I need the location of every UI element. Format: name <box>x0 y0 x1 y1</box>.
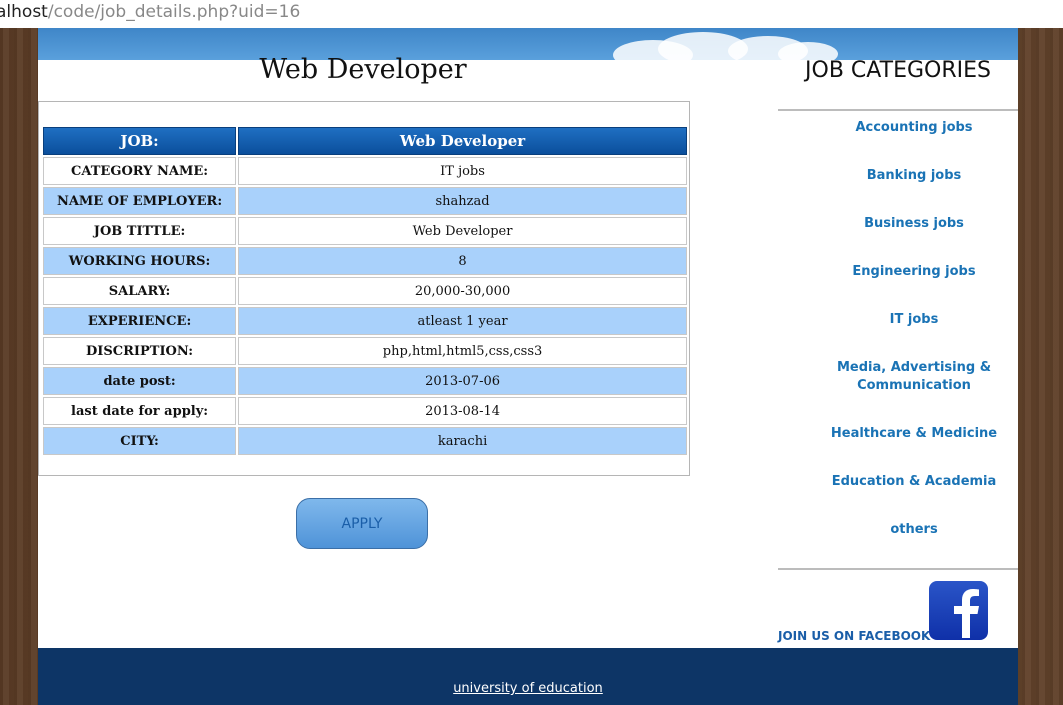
header-value: Web Developer <box>238 127 687 155</box>
row-value: atleast 1 year <box>238 307 687 335</box>
row-value: IT jobs <box>238 157 687 185</box>
row-label: EXPERIENCE: <box>43 307 237 335</box>
footer-university-link[interactable]: university of education <box>38 681 1018 696</box>
row-label: JOB TITTLE: <box>43 217 237 245</box>
category-link[interactable]: Education & Academia <box>778 473 1050 491</box>
table-row: CITY: karachi <box>43 427 687 455</box>
sidebar-divider-bottom <box>778 568 1018 570</box>
row-value: Web Developer <box>238 217 687 245</box>
table-row: DISCRIPTION: php,html,html5,css,css3 <box>43 337 687 365</box>
category-link[interactable]: Accounting jobs <box>778 119 1050 137</box>
row-value: karachi <box>238 427 687 455</box>
apply-button[interactable]: APPLY <box>296 498 428 549</box>
category-link[interactable]: Banking jobs <box>778 167 1050 185</box>
row-value: shahzad <box>238 187 687 215</box>
row-label: CITY: <box>43 427 237 455</box>
table-row: CATEGORY NAME: IT jobs <box>43 157 687 185</box>
row-value: 8 <box>238 247 687 275</box>
table-row: SALARY: 20,000-30,000 <box>43 277 687 305</box>
page-container: Web Developer JOB: Web Developer CATEGOR… <box>38 28 1018 705</box>
category-link[interactable]: Media, Advertising & Communication <box>778 359 1050 395</box>
row-value: php,html,html5,css,css3 <box>238 337 687 365</box>
url-path: /code/job_details.php?uid=16 <box>47 2 301 22</box>
job-details-panel: JOB: Web Developer CATEGORY NAME: IT jobs… <box>38 101 690 476</box>
row-label: date post: <box>43 367 237 395</box>
category-link[interactable]: Engineering jobs <box>778 263 1050 281</box>
category-link[interactable]: others <box>778 521 1050 539</box>
category-link[interactable]: IT jobs <box>778 311 1050 329</box>
footer: university of education <box>38 648 1018 705</box>
table-row: NAME OF EMPLOYER: shahzad <box>43 187 687 215</box>
page-title: Web Developer <box>259 54 467 85</box>
table-row: date post: 2013-07-06 <box>43 367 687 395</box>
row-label: NAME OF EMPLOYER: <box>43 187 237 215</box>
table-row: WORKING HOURS: 8 <box>43 247 687 275</box>
facebook-join-link[interactable]: JOIN US ON FACEBOOK <box>778 629 930 643</box>
facebook-icon[interactable] <box>929 581 988 640</box>
table-row: JOB TITTLE: Web Developer <box>43 217 687 245</box>
header-key: JOB: <box>43 127 237 155</box>
row-value: 2013-08-14 <box>238 397 687 425</box>
address-bar[interactable]: alhost/code/job_details.php?uid=16 <box>0 0 1063 29</box>
row-label: CATEGORY NAME: <box>43 157 237 185</box>
row-label: SALARY: <box>43 277 237 305</box>
row-label: last date for apply: <box>43 397 237 425</box>
table-header-row: JOB: Web Developer <box>43 127 687 155</box>
job-details-table: JOB: Web Developer CATEGORY NAME: IT jobs… <box>41 125 689 457</box>
table-row: EXPERIENCE: atleast 1 year <box>43 307 687 335</box>
categories-heading: JOB CATEGORIES <box>805 58 991 83</box>
row-value: 20,000-30,000 <box>238 277 687 305</box>
url-host: alhost <box>0 2 48 22</box>
row-label: WORKING HOURS: <box>43 247 237 275</box>
row-value: 2013-07-06 <box>238 367 687 395</box>
table-row: last date for apply: 2013-08-14 <box>43 397 687 425</box>
row-label: DISCRIPTION: <box>43 337 237 365</box>
sidebar-divider-top <box>778 109 1018 111</box>
category-link[interactable]: Business jobs <box>778 215 1050 233</box>
category-link[interactable]: Healthcare & Medicine <box>778 425 1050 443</box>
